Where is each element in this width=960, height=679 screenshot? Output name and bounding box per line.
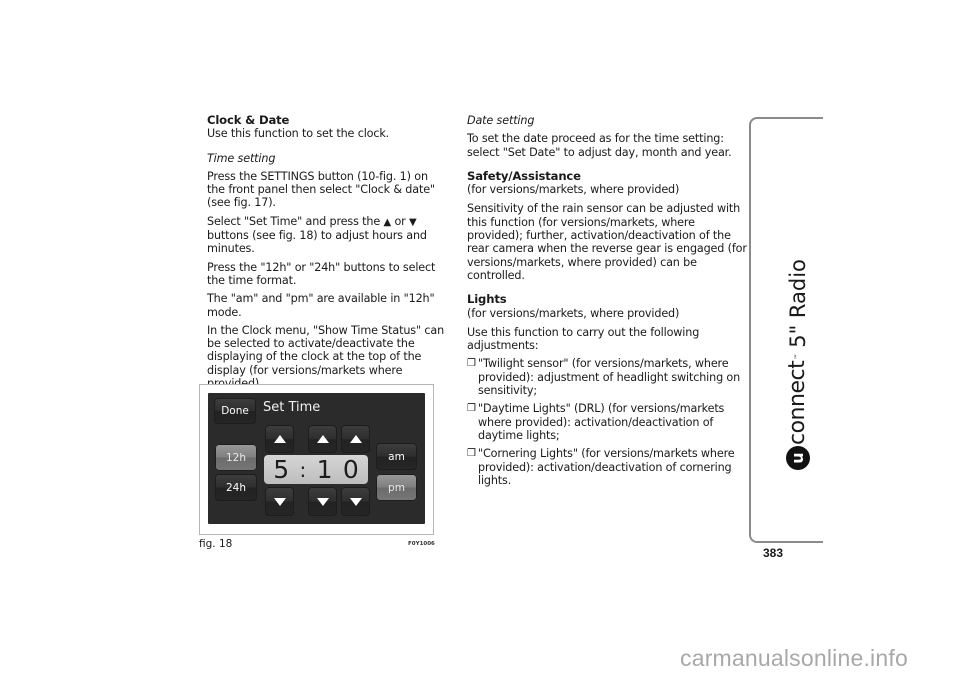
safety-text: Sensitivity of the rain sensor can be ad…	[467, 202, 747, 282]
section-name: 5" Radio	[785, 259, 810, 348]
minute-ones-digit: 0	[342, 455, 359, 484]
right-column: Date setting To set the date proceed as …	[467, 114, 747, 492]
checkbox-bullet-icon: ❒	[467, 448, 476, 460]
list-item: ❒ "Twilight sensor" (for versions/market…	[467, 357, 747, 397]
date-setting-subheading: Date setting	[467, 114, 535, 127]
figure-code: F0Y1006	[408, 541, 435, 547]
date-setting-text: To set the date proceed as for the time …	[467, 132, 732, 159]
set-time-text-b: or	[394, 214, 406, 228]
up-arrow-icon	[349, 435, 362, 443]
set-time-text-c: buttons (see fig. 18) to adjust hours an…	[207, 229, 427, 256]
lights-note: (for versions/markets, where provided)	[467, 306, 680, 320]
pm-button[interactable]: pm	[376, 474, 417, 501]
figure-set-time-screen: Done Set Time 12h 24h 5 : 1 0 am pm	[199, 384, 434, 535]
down-arrow-icon	[273, 497, 286, 506]
list-item: ❒ "Daytime Lights" (DRL) (for versions/m…	[467, 402, 747, 442]
up-arrow-icon: ▲	[383, 216, 392, 228]
minute-ones-down-button[interactable]	[341, 487, 370, 516]
list-item-text: "Cornering Lights" (for versions/markets…	[478, 447, 735, 487]
minute-tens-up-button[interactable]	[308, 425, 337, 453]
hour-down-button[interactable]	[265, 487, 294, 516]
watermark: carmanualsonline.info	[680, 645, 908, 671]
minute-tens-down-button[interactable]	[308, 487, 337, 516]
format-12h-button[interactable]: 12h	[215, 444, 257, 471]
lights-heading: Lights	[467, 292, 507, 307]
up-arrow-icon	[273, 435, 286, 443]
safety-heading: Safety/Assistance	[467, 168, 581, 183]
time-display: 5 : 1 0	[264, 455, 368, 484]
minute-tens-digit: 1	[316, 455, 333, 484]
list-item-text: "Daytime Lights" (DRL) (for versions/mar…	[478, 402, 725, 442]
paragraph-settings: Press the SETTINGS button (10-fig. 1) on…	[207, 169, 435, 210]
time-setting-subheading: Time setting	[207, 151, 276, 165]
clock-intro: Use this function to set the clock.	[207, 127, 390, 141]
paragraph-am-pm: The "am" and "pm" are available in "12h"…	[207, 292, 435, 319]
page-number: 383	[763, 546, 784, 560]
up-arrow-icon	[316, 435, 329, 443]
trademark-symbol: ™	[794, 353, 801, 360]
format-24h-button[interactable]: 24h	[215, 474, 257, 501]
down-arrow-icon: ▼	[409, 216, 417, 228]
left-column: Clock & Date Use this function to set th…	[207, 113, 447, 395]
checkbox-bullet-icon: ❒	[467, 358, 476, 370]
lights-intro: Use this function to carry out the follo…	[467, 325, 700, 353]
paragraph-show-time-status: In the Clock menu, "Show Time Status" ca…	[207, 323, 445, 390]
checkbox-bullet-icon: ❒	[467, 403, 476, 415]
list-item: ❒ "Cornering Lights" (for versions/marke…	[467, 447, 747, 487]
list-item-text: "Twilight sensor" (for versions/markets,…	[478, 357, 741, 398]
screen-title: Set Time	[263, 400, 321, 415]
uconnect-logo-icon: u	[785, 446, 810, 470]
figure-caption: fig. 18	[199, 538, 233, 550]
uconnect-logo-text: connect	[785, 360, 810, 445]
down-arrow-icon	[349, 497, 362, 506]
safety-note: (for versions/markets, where provided)	[467, 183, 680, 197]
clock-date-heading: Clock & Date	[207, 113, 290, 127]
section-tab-label: u connect ™ 5" Radio	[785, 259, 810, 470]
done-button[interactable]: Done	[214, 398, 256, 424]
hour-up-button[interactable]	[265, 425, 294, 453]
radio-screen: Done Set Time 12h 24h 5 : 1 0 am pm	[208, 393, 425, 524]
paragraph-format: Press the "12h" or "24h" buttons to sele…	[207, 260, 436, 287]
paragraph-set-time: Select "Set Time" and press the ▲ or ▼ b…	[207, 215, 447, 256]
hour-digit: 5	[273, 455, 290, 484]
time-colon: :	[299, 457, 307, 482]
down-arrow-icon	[316, 497, 329, 506]
am-button[interactable]: am	[376, 443, 417, 470]
minute-ones-up-button[interactable]	[341, 425, 370, 453]
set-time-text-a: Select "Set Time" and press the	[207, 214, 381, 228]
